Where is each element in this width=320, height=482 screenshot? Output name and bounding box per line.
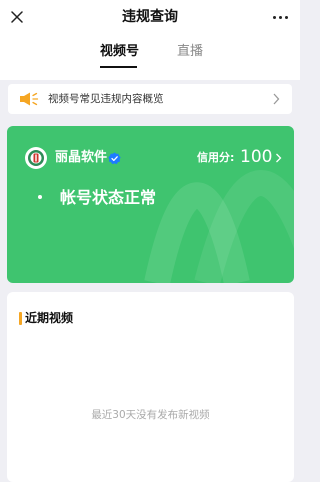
account-status-card: 丽晶软件 信用分: 100 帐号状态正常: [7, 126, 294, 283]
page-title: 违规查询: [122, 9, 178, 25]
credit-score-label: 信用分:: [197, 151, 235, 164]
chevron-right-icon: [273, 93, 280, 105]
tab-bar: 视频号 直播: [0, 40, 300, 70]
violation-overview-banner[interactable]: 视频号常见违规内容概览: [8, 84, 292, 114]
brand-logo-icon: [28, 150, 44, 166]
credit-score-value[interactable]: 100: [240, 146, 272, 168]
tab-live[interactable]: 直播: [177, 44, 203, 60]
active-tab-indicator: [100, 66, 137, 68]
more-options-button[interactable]: [268, 7, 292, 27]
chevron-right-icon[interactable]: [275, 153, 282, 163]
section-accent-bar: [19, 312, 22, 325]
more-dot: [272, 15, 276, 19]
notice-text: 视频号常见违规内容概览: [48, 93, 164, 105]
account-name: 丽晶软件: [55, 150, 108, 165]
account-avatar: [25, 147, 47, 169]
speaker-icon: [20, 92, 39, 106]
empty-state-text: 最近30天没有发布新视频: [91, 409, 210, 421]
top-bar: 违规查询 视频号 直播: [0, 0, 300, 80]
recent-videos-card: 近期视频 最近30天没有发布新视频: [7, 292, 294, 482]
status-bullet: [38, 195, 42, 199]
tab-channels[interactable]: 视频号: [100, 44, 139, 60]
account-status-text: 帐号状态正常: [60, 188, 157, 207]
more-dot: [278, 15, 282, 19]
verified-badge-icon: [108, 152, 121, 165]
more-dot: [284, 15, 288, 19]
recent-videos-title: 近期视频: [25, 311, 74, 325]
